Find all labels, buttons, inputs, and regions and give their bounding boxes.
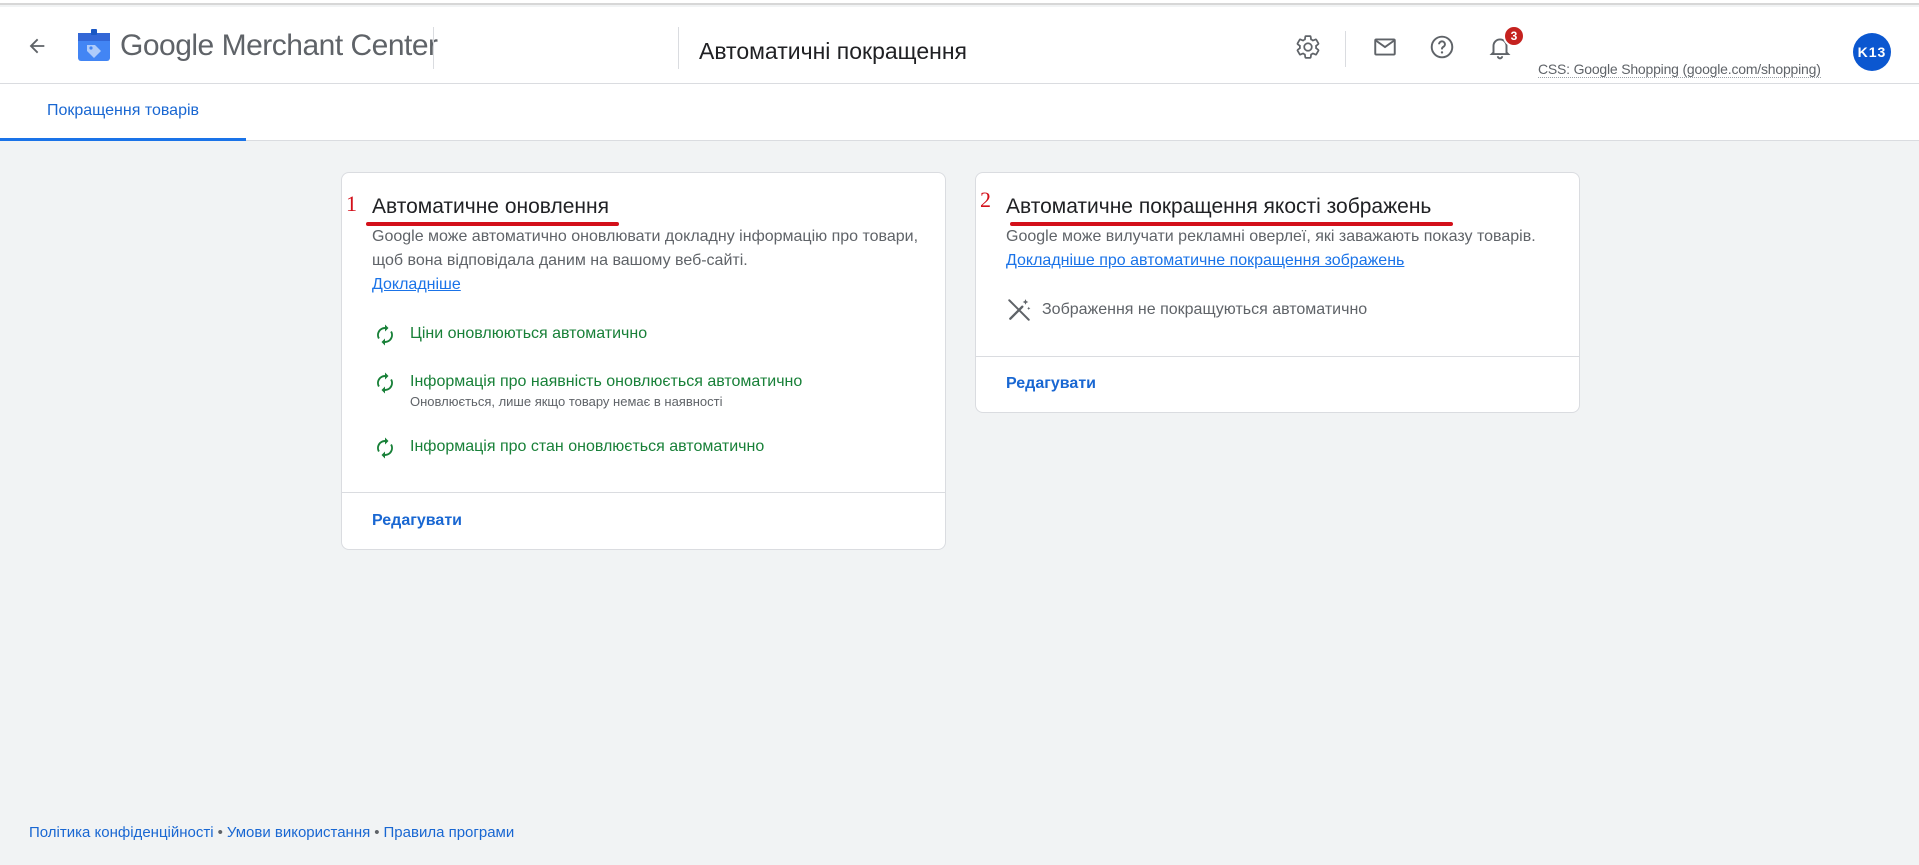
notification-count-badge: 3 bbox=[1503, 25, 1525, 47]
description-text: Google може вилучати рекламні оверлеї, я… bbox=[1006, 228, 1536, 245]
sync-icon bbox=[372, 322, 398, 348]
back-arrow-icon[interactable] bbox=[22, 31, 52, 61]
sync-icon bbox=[372, 370, 398, 396]
feature-item: Інформація про наявність оновлюється авт… bbox=[372, 370, 802, 410]
header-divider bbox=[433, 27, 434, 69]
edit-button[interactable]: Редагувати bbox=[372, 512, 462, 530]
card-divider bbox=[342, 492, 945, 493]
header-divider bbox=[1345, 31, 1346, 67]
brand-product: Merchant Center bbox=[221, 29, 438, 62]
magic-wand-off-icon bbox=[1006, 297, 1032, 323]
terms-of-use-link[interactable]: Умови використання bbox=[227, 824, 370, 841]
settings-gear-icon[interactable] bbox=[1292, 31, 1324, 63]
footer-separator: • bbox=[217, 824, 223, 841]
card-divider bbox=[976, 356, 1579, 357]
annotation-number: 1 bbox=[346, 191, 357, 216]
edit-button[interactable]: Редагувати bbox=[1006, 375, 1096, 393]
image-status: Зображення не покращуються автоматично bbox=[1006, 297, 1367, 323]
learn-more-link[interactable]: Докладніше про автоматичне покращення зо… bbox=[1006, 252, 1404, 269]
sync-icon bbox=[372, 435, 398, 461]
feature-sublabel: Оновлюється, лише якщо товару немає в на… bbox=[410, 394, 723, 409]
header-divider bbox=[678, 27, 679, 69]
feature-label: Інформація про наявність оновлюється авт… bbox=[410, 373, 803, 390]
card-title: Автоматичне оновлення bbox=[372, 195, 609, 218]
app-header: Google Merchant Center Автоматичні покра… bbox=[0, 7, 1919, 84]
merchant-center-logo-icon bbox=[76, 27, 112, 63]
footer-links: Політика конфіденційності • Умови використ… bbox=[29, 824, 514, 841]
tab-bar: Покращення товарів bbox=[0, 84, 1919, 141]
window-top-border bbox=[0, 0, 1919, 5]
learn-more-link[interactable]: Докладніше bbox=[372, 276, 461, 293]
help-icon[interactable] bbox=[1426, 31, 1458, 63]
card-title: Автоматичне покращення якості зображень bbox=[1006, 195, 1432, 218]
feature-item: Інформація про стан оновлюється автомати… bbox=[372, 435, 764, 461]
mail-icon[interactable] bbox=[1369, 31, 1401, 63]
card-description: Google може вилучати рекламні оверлеї, я… bbox=[1006, 225, 1566, 273]
feature-label: Ціни оновлюються автоматично bbox=[410, 325, 648, 342]
tab-product-improvements[interactable]: Покращення товарів bbox=[0, 84, 246, 141]
avatar[interactable]: K13 bbox=[1853, 33, 1891, 71]
account-selector[interactable]: CSS: Google Shopping (google.com/shoppin… bbox=[1538, 61, 1821, 78]
feature-item: Ціни оновлюються автоматично bbox=[372, 322, 647, 348]
program-policies-link[interactable]: Правила програми bbox=[384, 824, 515, 841]
auto-updates-card: 1 Автоматичне оновлення Google може авто… bbox=[341, 172, 946, 550]
privacy-policy-link[interactable]: Політика конфіденційності bbox=[29, 824, 214, 841]
page-title: Автоматичні покращення bbox=[699, 38, 967, 64]
card-description: Google може автоматично оновлювати докла… bbox=[372, 225, 932, 297]
feature-label: Інформація про стан оновлюється автомати… bbox=[410, 438, 765, 455]
image-improvement-card: 2 Автоматичне покращення якості зображен… bbox=[975, 172, 1580, 413]
brand-google: Google bbox=[120, 29, 214, 62]
description-text: Google може автоматично оновлювати докла… bbox=[372, 228, 919, 269]
annotation-number: 2 bbox=[980, 187, 991, 212]
app-brand: Google Merchant Center bbox=[120, 29, 438, 63]
footer-separator: • bbox=[374, 824, 380, 841]
status-label: Зображення не покращуються автоматично bbox=[1042, 301, 1368, 318]
